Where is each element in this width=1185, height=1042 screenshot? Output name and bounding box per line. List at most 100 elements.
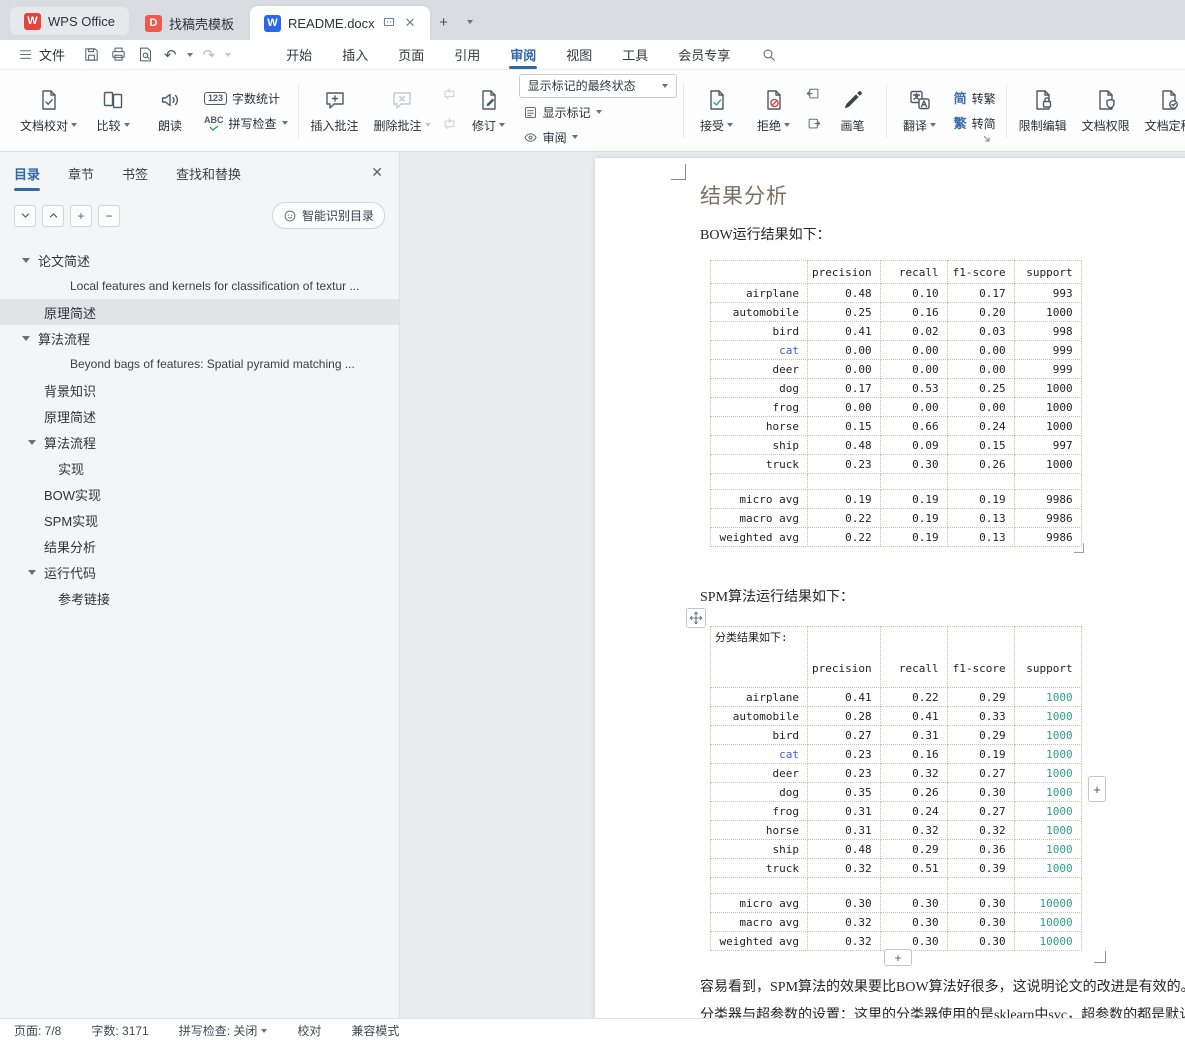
table-cell[interactable]: 0.39 (946, 858, 1015, 878)
table-cell[interactable]: 0.17 (946, 283, 1015, 303)
toc-item[interactable]: 结果分析 (0, 533, 399, 559)
table-cell[interactable]: 997 (1013, 435, 1082, 455)
sidebar-tab-contents[interactable]: 目录 (14, 152, 40, 194)
table-cell[interactable]: 0.30 (946, 782, 1015, 802)
document-page[interactable]: 结果分析 BOW运行结果如下： precision recall f1-score s… (595, 158, 1185, 1018)
table-header-cell[interactable]: precision (807, 260, 881, 284)
table-cell[interactable]: bird (710, 321, 808, 341)
ink-brush-button[interactable]: 画笔 (826, 84, 880, 138)
table-cell[interactable]: 0.22 (807, 508, 881, 528)
reject-change-button[interactable]: 拒绝 (747, 84, 801, 138)
menu-item-member[interactable]: 会员专享 (663, 40, 745, 69)
table-cell[interactable]: 0.32 (807, 931, 881, 951)
table-cell[interactable]: 0.17 (807, 378, 881, 398)
table-cell[interactable]: 0.35 (807, 782, 881, 802)
table-cell[interactable] (807, 877, 881, 894)
track-changes-button[interactable]: 修订 (462, 84, 516, 138)
table-cell[interactable]: 0.16 (879, 302, 948, 322)
table-cell[interactable]: 0.29 (946, 725, 1015, 745)
table-cell[interactable]: 0.31 (879, 725, 948, 745)
table-cell[interactable]: 0.32 (807, 858, 881, 878)
table-cell[interactable]: macro avg (710, 508, 808, 528)
file-menu-button[interactable]: 文件 (10, 40, 73, 69)
accept-change-button[interactable]: 接受 (690, 84, 744, 138)
table-cell[interactable]: cat (710, 744, 808, 764)
table-header-cell[interactable]: recall (879, 626, 948, 688)
previous-change-icon[interactable] (806, 86, 821, 106)
table-cell[interactable]: 1000 (1013, 687, 1082, 707)
tab-wps-home[interactable]: W WPS Office (10, 7, 129, 35)
toc-zoom-in-button[interactable]: + (70, 204, 92, 227)
table-cell[interactable]: 0.19 (879, 527, 948, 547)
table-cell[interactable]: 999 (1013, 359, 1082, 379)
table-cell[interactable]: 0.22 (807, 527, 881, 547)
table-cell[interactable] (807, 473, 881, 490)
table-cell[interactable]: 0.23 (807, 454, 881, 474)
table-cell[interactable]: 1000 (1013, 416, 1082, 436)
table-cell[interactable]: 1000 (1013, 397, 1082, 417)
table-cell[interactable]: horse (710, 416, 808, 436)
table-cell[interactable]: 0.25 (946, 378, 1015, 398)
toc-item[interactable]: Beyond bags of features: Spatial pyramid… (0, 351, 399, 377)
table-cell[interactable]: 0.20 (946, 302, 1015, 322)
table-cell[interactable]: 0.24 (946, 416, 1015, 436)
table-cell[interactable]: cat (710, 340, 808, 360)
table-cell[interactable]: 0.31 (807, 820, 881, 840)
spm-table-move-handle[interactable] (686, 608, 706, 628)
toc-collapse-triangle-icon[interactable] (22, 336, 30, 341)
table-header-cell[interactable]: support (1013, 260, 1082, 284)
table-cell[interactable]: 0.29 (879, 839, 948, 859)
table-cell[interactable] (710, 877, 808, 894)
table-cell[interactable]: airplane (710, 283, 808, 303)
table-cell[interactable]: deer (710, 359, 808, 379)
table-cell[interactable]: 0.19 (879, 489, 948, 509)
table-cell[interactable]: 0.13 (946, 527, 1015, 547)
table-cell[interactable] (879, 473, 948, 490)
menu-item-home[interactable]: 开始 (271, 40, 327, 69)
table-cell[interactable]: 0.30 (807, 893, 881, 913)
toc-collapse-triangle-icon[interactable] (22, 258, 30, 263)
sidebar-tab-find-replace[interactable]: 查找和替换 (176, 152, 241, 194)
table-cell[interactable]: 0.27 (807, 725, 881, 745)
spm-table-resize-icon[interactable] (1094, 951, 1106, 963)
table-cell[interactable]: weighted avg (710, 527, 808, 547)
tab-close-icon[interactable]: ✕ (405, 15, 416, 31)
table-cell[interactable]: 0.19 (807, 489, 881, 509)
table-cell[interactable]: 0.23 (807, 763, 881, 783)
table-cell[interactable]: bird (710, 725, 808, 745)
table-cell[interactable]: 0.24 (879, 801, 948, 821)
doc-heading[interactable]: 结果分析 (700, 180, 788, 210)
table-cell[interactable]: macro avg (710, 912, 808, 932)
table-cell[interactable]: 0.30 (946, 912, 1015, 932)
show-markup-button[interactable]: 显示标记 (519, 102, 677, 123)
table-cell[interactable]: 1000 (1013, 858, 1082, 878)
table-cell[interactable]: 0.30 (879, 931, 948, 951)
table-cell[interactable]: frog (710, 397, 808, 417)
table-header-cell[interactable]: f1-score (946, 626, 1015, 688)
table-cell[interactable]: deer (710, 763, 808, 783)
doc-paragraph-bow[interactable]: BOW运行结果如下： (700, 224, 831, 244)
toc-item[interactable]: SPM实现 (0, 507, 399, 533)
table-cell[interactable]: 0.22 (879, 687, 948, 707)
table-cell[interactable]: 0.00 (879, 340, 948, 360)
table-cell[interactable]: 0.00 (807, 340, 881, 360)
undo-button[interactable]: ↶ (164, 46, 177, 64)
table-cell[interactable]: 9986 (1013, 489, 1082, 509)
table-cell[interactable]: micro avg (710, 893, 808, 913)
table-cell[interactable]: weighted avg (710, 931, 808, 951)
table-cell[interactable]: 1000 (1013, 302, 1082, 322)
table-cell[interactable]: 0.26 (946, 454, 1015, 474)
table-cell[interactable]: 0.00 (879, 359, 948, 379)
toc-item[interactable]: 实现 (0, 455, 399, 481)
status-proofread-button[interactable]: 校对 (297, 1022, 321, 1039)
table-cell[interactable]: 0.02 (879, 321, 948, 341)
table-cell[interactable]: 10000 (1013, 912, 1082, 932)
table-cell[interactable]: 0.19 (946, 744, 1015, 764)
table-cell[interactable]: 0.30 (946, 893, 1015, 913)
table-header-cell[interactable] (710, 260, 808, 284)
insert-comment-button[interactable]: 插入批注 (305, 84, 365, 138)
print-button[interactable] (110, 46, 127, 63)
table-cell[interactable]: 0.32 (879, 820, 948, 840)
status-compat-mode[interactable]: 兼容模式 (351, 1022, 399, 1039)
table-cell[interactable]: automobile (710, 302, 808, 322)
